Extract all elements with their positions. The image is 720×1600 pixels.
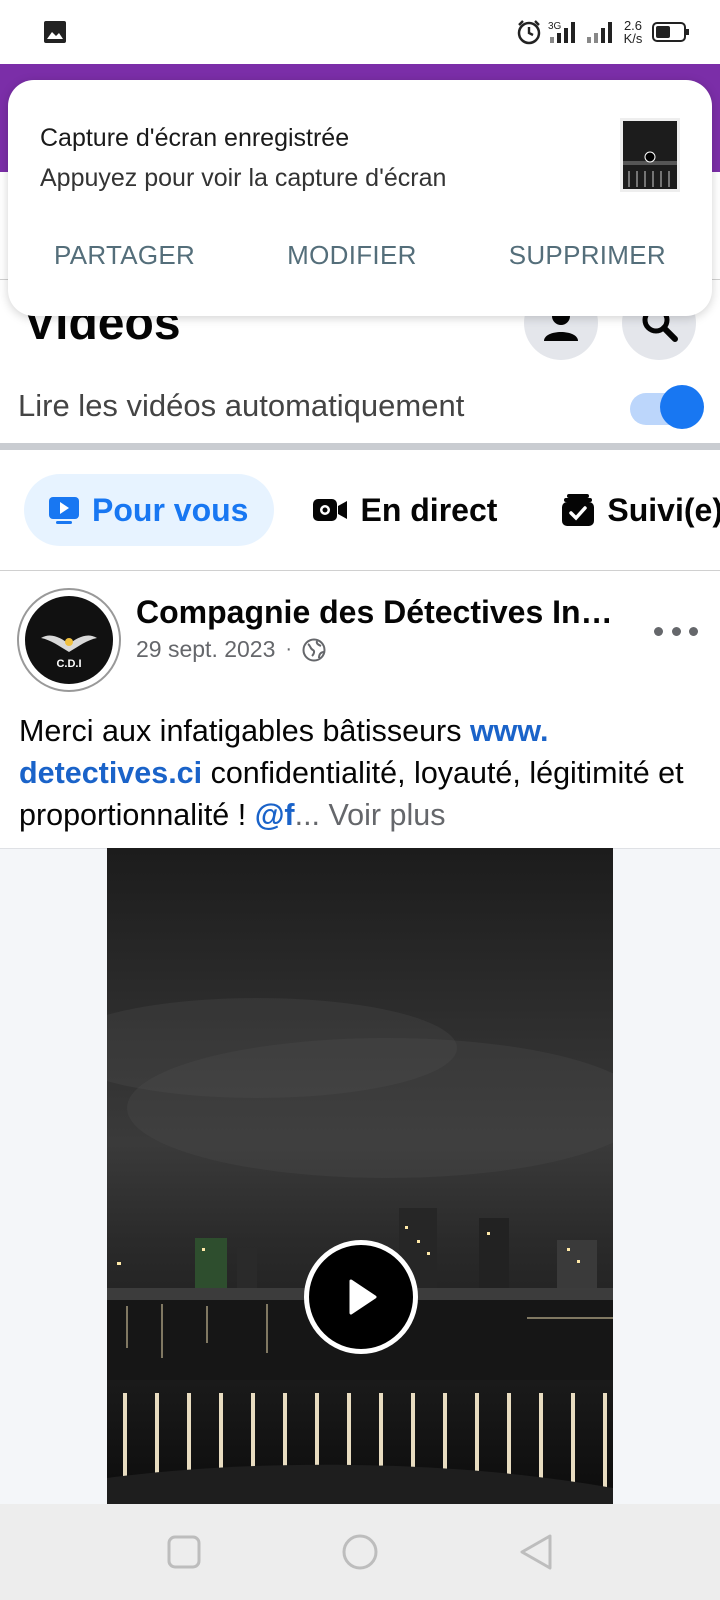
circle-icon — [342, 1534, 378, 1570]
signal-icon: 3G — [548, 21, 575, 43]
battery-icon — [652, 22, 689, 42]
net-speed: 2.6 K/s — [620, 19, 646, 45]
gallery-icon — [44, 21, 66, 43]
share-button[interactable]: PARTAGER — [54, 240, 195, 271]
more-options-button[interactable] — [654, 616, 698, 646]
tab-live[interactable]: En direct — [312, 474, 497, 546]
notification-text: Appuyez pour voir la capture d'écran — [40, 164, 447, 192]
notification-actions: PARTAGER MODIFIER SUPPRIMER — [8, 240, 712, 271]
tab-following[interactable]: Suivi(e) — [561, 474, 720, 546]
tab-following-label: Suivi(e) — [607, 491, 720, 528]
more-dot — [689, 626, 698, 636]
live-camera-icon — [313, 499, 348, 521]
globe-icon — [302, 638, 326, 661]
autoplay-row: Lire les vidéos automatiquement — [0, 380, 720, 440]
status-icons: 3G 2.6 K/s — [516, 16, 690, 48]
tab-for-you-label: Pour vous — [92, 491, 249, 528]
notification-title: Capture d'écran enregistrée — [40, 124, 350, 152]
square-icon — [167, 1535, 201, 1569]
network-type-label: 3G — [548, 21, 562, 32]
video-tabs: Pour vous En direct Suivi(e) — [24, 474, 720, 546]
status-bar: 3G 2.6 K/s — [0, 0, 720, 64]
home-button[interactable] — [340, 1532, 380, 1572]
video-thumbnail — [107, 848, 613, 1504]
video-player[interactable] — [107, 848, 613, 1504]
recent-apps-button[interactable] — [164, 1532, 204, 1572]
triangle-back-icon — [520, 1534, 552, 1570]
post-meta: 29 sept. 2023 · — [136, 636, 326, 663]
eagle-logo-icon — [41, 635, 97, 652]
avatar-text: C.D.I — [56, 658, 82, 670]
back-button[interactable] — [516, 1532, 556, 1572]
net-speed-unit: K/s — [623, 31, 643, 46]
tab-live-label: En direct — [360, 491, 498, 528]
meta-separator: · — [285, 638, 293, 660]
screenshot-notification[interactable]: Capture d'écran enregistrée Appuyez pour… — [8, 80, 712, 316]
more-dot — [671, 626, 681, 636]
thumbnail-image — [623, 121, 677, 189]
post-text: Merci aux infatigables bâtisseurs www. d… — [19, 710, 709, 836]
see-more-link[interactable]: ... Voir plus — [295, 798, 446, 832]
autoplay-toggle-knob[interactable] — [660, 385, 704, 429]
alarm-icon — [517, 20, 541, 45]
play-button[interactable] — [304, 1240, 418, 1354]
system-nav-bar — [0, 1504, 720, 1600]
play-icon — [349, 1279, 377, 1315]
delete-button[interactable]: SUPPRIMER — [509, 240, 666, 271]
edit-button[interactable]: MODIFIER — [287, 240, 417, 271]
more-dot — [654, 626, 663, 636]
post-date[interactable]: 29 sept. 2023 — [136, 636, 275, 663]
post-mention[interactable]: @f — [255, 798, 295, 832]
avatar-logo: C.D.I — [25, 596, 113, 684]
post-author[interactable]: Compagnie des Détectives Indépendants — [136, 594, 622, 631]
following-box-icon — [562, 494, 595, 526]
tab-for-you[interactable]: Pour vous — [24, 474, 275, 546]
play-screen-icon — [49, 497, 79, 524]
signal-2-icon — [587, 22, 612, 43]
screenshot-thumbnail[interactable] — [620, 118, 680, 192]
tabs-divider — [0, 570, 720, 571]
section-divider — [0, 443, 720, 450]
post-text-intro: Merci aux infatigables bâtisseurs — [19, 714, 470, 748]
avatar[interactable]: C.D.I — [17, 588, 121, 692]
autoplay-label: Lire les vidéos automatiquement — [18, 388, 465, 423]
